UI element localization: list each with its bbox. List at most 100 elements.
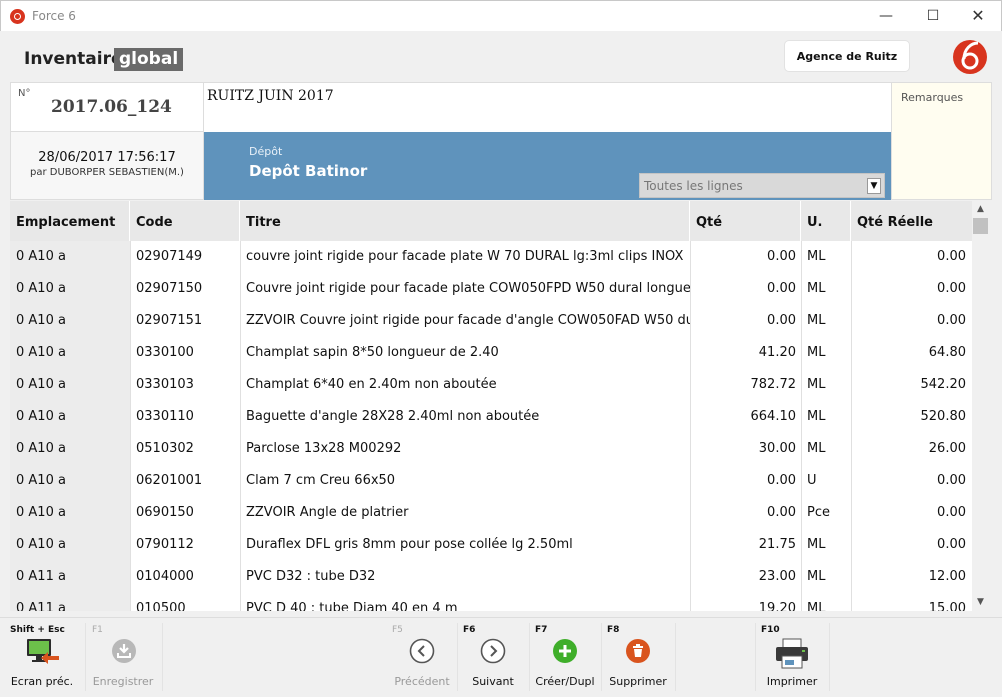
cell-qte-theorique: 0.00 — [690, 273, 801, 305]
column-divider — [240, 465, 241, 497]
save-button[interactable]: F1 Enregistrer — [88, 623, 158, 693]
table-row[interactable]: 0 A10 a 06201001 Clam 7 cm Creu 66x50 0.00 U… — [10, 465, 972, 497]
cell-qte-reelle[interactable]: 64.80 — [851, 337, 972, 369]
table-row[interactable]: 0 A10 a 02907151 ZZVOIR Couvre joint rigid… — [10, 305, 972, 337]
cell-qte-theorique: 0.00 — [690, 497, 801, 529]
cell-titre: Duraflex DFL gris 8mm pour pose collée l… — [240, 529, 690, 561]
cell-titre: couvre joint rigide pour facade plate W … — [240, 241, 690, 273]
depot-panel: Dépôt Depôt Batinor Toutes les lignes ▼ — [204, 132, 891, 200]
print-label: Imprimer — [766, 675, 818, 688]
table-row[interactable]: 0 A11 a 0104000 PVC D32 : tube D32 23.00 ML 1… — [10, 561, 972, 593]
cell-qte-reelle[interactable]: 15.00 — [851, 593, 972, 611]
trash-icon — [626, 639, 650, 663]
add-icon — [553, 639, 577, 663]
create-duplicate-button[interactable]: F7 Créer/Dupl — [531, 623, 599, 693]
column-header-qte-theorique[interactable]: Qté Théorique — [690, 201, 801, 274]
cell-qte-reelle[interactable]: 0.00 — [851, 273, 972, 305]
description-field[interactable]: RUITZ JUIN 2017 — [204, 82, 891, 132]
cell-titre: Baguette d'angle 28X28 2.40ml non abouté… — [240, 401, 690, 433]
column-divider — [801, 337, 802, 369]
scroll-up-icon[interactable]: ▲ — [972, 201, 989, 218]
cell-titre: Clam 7 cm Creu 66x50 — [240, 465, 690, 497]
column-divider — [801, 401, 802, 433]
cell-qte-reelle[interactable]: 12.00 — [851, 561, 972, 593]
table-row[interactable]: 0 A10 a 0330100 Champlat sapin 8*50 longue… — [10, 337, 972, 369]
minimize-button[interactable]: — — [871, 5, 901, 27]
cell-titre: PVC D 40 : tube Diam 40 en 4 m — [240, 593, 690, 611]
cell-qte-reelle[interactable]: 0.00 — [851, 465, 972, 497]
column-divider — [801, 529, 802, 561]
table-row[interactable]: 0 A10 a 0510302 Parclose 13x28 M00292 30.00… — [10, 433, 972, 465]
column-divider — [240, 529, 241, 561]
column-divider — [240, 401, 241, 433]
lines-filter-value: Toutes les lignes — [644, 179, 743, 193]
maximize-button[interactable]: ☐ — [918, 5, 948, 27]
inventory-table: Emplacement Code Titre Qté Théorique U. … — [10, 201, 972, 611]
cell-qte-reelle[interactable]: 26.00 — [851, 433, 972, 465]
cell-qte-theorique: 30.00 — [690, 433, 801, 465]
cell-qte-reelle[interactable]: 0.00 — [851, 497, 972, 529]
column-divider — [690, 497, 691, 529]
column-divider — [801, 561, 802, 593]
column-divider — [130, 369, 131, 401]
inventory-number-box: N° 2017.06_124 — [10, 82, 204, 132]
lines-filter-select[interactable]: Toutes les lignes ▼ — [639, 173, 885, 198]
column-header-titre[interactable]: Titre — [240, 201, 690, 241]
column-divider — [801, 369, 802, 401]
cell-unit: ML — [801, 369, 851, 401]
cell-qte-theorique: 41.20 — [690, 337, 801, 369]
previous-button[interactable]: F5 Précédent — [388, 623, 456, 693]
column-divider — [801, 465, 802, 497]
table-row[interactable]: 0 A10 a 0330103 Champlat 6*40 en 2.40m non… — [10, 369, 972, 401]
cell-unit: Pce — [801, 497, 851, 529]
back-button[interactable]: Shift + Esc Ecran préc. — [6, 623, 78, 693]
column-header-unit[interactable]: U. — [801, 201, 851, 241]
cell-emplacement: 0 A11 a — [10, 561, 130, 593]
table-row[interactable]: 0 A11 a 010500 PVC D 40 : tube Diam 40 en … — [10, 593, 972, 611]
table-row[interactable]: 0 A10 a 0690150 ZZVOIR Angle de platrier 0.… — [10, 497, 972, 529]
cell-emplacement: 0 A10 a — [10, 305, 130, 337]
previous-shortcut: F5 — [392, 625, 403, 635]
cell-qte-reelle[interactable]: 0.00 — [851, 529, 972, 561]
table-row[interactable]: 0 A10 a 0790112 Duraflex DFL gris 8mm pour… — [10, 529, 972, 561]
cell-unit: U — [801, 465, 851, 497]
column-header-qte-reelle[interactable]: Qté Réelle — [851, 201, 972, 241]
agency-button[interactable]: Agence de Ruitz — [784, 40, 910, 72]
column-divider — [801, 593, 802, 611]
cell-code: 0330110 — [130, 401, 240, 433]
inventory-datetime: 28/06/2017 17:56:17 — [38, 150, 176, 165]
column-divider — [130, 337, 131, 369]
table-row[interactable]: 0 A10 a 0330110 Baguette d'angle 28X28 2.4… — [10, 401, 972, 433]
cell-code: 0690150 — [130, 497, 240, 529]
previous-label: Précédent — [394, 675, 450, 688]
delete-button[interactable]: F8 Supprimer — [603, 623, 673, 693]
cell-qte-reelle[interactable]: 0.00 — [851, 241, 972, 273]
column-divider — [690, 593, 691, 611]
next-button[interactable]: F6 Suivant — [459, 623, 527, 693]
cell-qte-reelle[interactable]: 542.20 — [851, 369, 972, 401]
column-divider — [130, 305, 131, 337]
print-button[interactable]: F10 Imprimer — [757, 623, 827, 693]
cell-titre: ZZVOIR Angle de platrier — [240, 497, 690, 529]
cell-qte-reelle[interactable]: 520.80 — [851, 401, 972, 433]
remarks-field[interactable]: Remarques — [891, 82, 992, 200]
table-row[interactable]: 0 A10 a 02907150 Couvre joint rigide pour … — [10, 273, 972, 305]
number-label: N° — [18, 88, 31, 99]
chevron-down-icon[interactable]: ▼ — [867, 178, 881, 194]
cell-code: 010500 — [130, 593, 240, 611]
printer-icon — [776, 638, 808, 669]
scroll-thumb[interactable] — [973, 218, 988, 234]
column-header-code[interactable]: Code — [130, 201, 240, 241]
delete-label: Supprimer — [609, 675, 667, 688]
table-scrollbar[interactable]: ▲ ▼ — [972, 201, 989, 611]
column-divider — [690, 305, 691, 337]
column-header-emplacement[interactable]: Emplacement — [10, 201, 130, 241]
table-row[interactable]: 0 A10 a 02907149 couvre joint rigide pour … — [10, 241, 972, 273]
scroll-down-icon[interactable]: ▼ — [972, 594, 989, 611]
cell-qte-theorique: 0.00 — [690, 305, 801, 337]
cell-titre: PVC D32 : tube D32 — [240, 561, 690, 593]
cell-qte-reelle[interactable]: 0.00 — [851, 305, 972, 337]
cell-titre: Parclose 13x28 M00292 — [240, 433, 690, 465]
cell-qte-theorique: 0.00 — [690, 241, 801, 273]
close-button[interactable]: ✕ — [963, 5, 993, 27]
